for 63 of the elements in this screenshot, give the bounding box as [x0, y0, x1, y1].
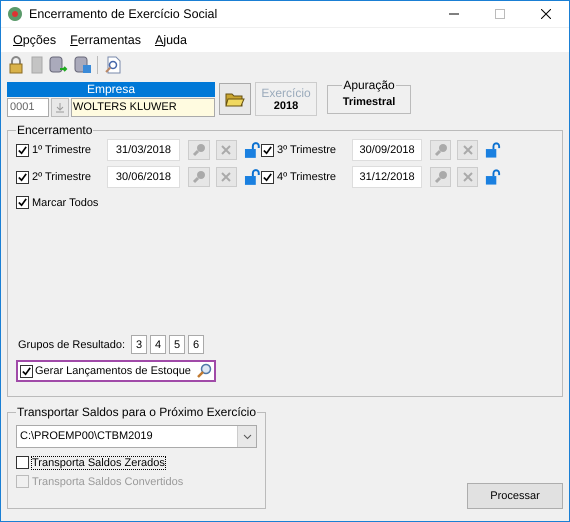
- company-code-field[interactable]: 0001: [7, 98, 49, 117]
- window-title: Encerramento de Exercício Social: [29, 7, 218, 21]
- checkbox-label: Marcar Todos: [32, 196, 98, 208]
- cross-icon: [462, 144, 474, 156]
- date-field[interactable]: 30/09/2018: [352, 139, 422, 161]
- quarter-label: 3º Trimestre: [277, 144, 338, 156]
- company-name-field[interactable]: WOLTERS KLUWER: [71, 98, 215, 117]
- date-field[interactable]: 30/06/2018: [107, 166, 180, 188]
- quarter-label: 1º Trimestre: [32, 144, 92, 156]
- download-button[interactable]: [51, 98, 69, 117]
- process-button[interactable]: Processar: [467, 483, 563, 509]
- key-icon: [192, 170, 206, 184]
- download-icon: [55, 102, 65, 112]
- unlock-icon[interactable]: [484, 141, 501, 159]
- group-title: Encerramento: [16, 123, 94, 137]
- key-icon: [192, 143, 206, 157]
- cross-icon: [220, 171, 232, 183]
- menu-item[interactable]: Ferramentas: [70, 33, 141, 47]
- date-field[interactable]: 31/03/2018: [107, 139, 180, 161]
- cross-icon: [220, 144, 232, 156]
- menu-item[interactable]: Ajuda: [154, 33, 187, 47]
- unlock-icon[interactable]: [484, 168, 501, 186]
- folder-icon: [225, 91, 245, 107]
- quarter-label: 2º Trimestre: [32, 171, 92, 183]
- checkbox[interactable]: [16, 144, 29, 156]
- chevron-down-icon: [242, 434, 252, 440]
- checkbox[interactable]: [16, 196, 29, 209]
- exercise-year: 2018: [274, 100, 298, 112]
- checkbox[interactable]: [261, 144, 274, 156]
- app-icon: [7, 6, 23, 22]
- company-header: Empresa: [7, 82, 215, 97]
- checkbox[interactable]: [16, 170, 29, 184]
- groups-label: Grupos de Resultado:: [18, 338, 126, 350]
- database-arrow-icon[interactable]: [49, 56, 69, 74]
- checkbox[interactable]: [261, 170, 274, 184]
- database-save-icon[interactable]: [74, 56, 92, 74]
- key-icon: [434, 170, 448, 184]
- group-number: 6: [188, 335, 204, 354]
- group-title: Transportar Saldos para o Próximo Exercício: [16, 405, 257, 419]
- cross-icon: [462, 171, 474, 183]
- open-folder-button[interactable]: [219, 83, 251, 115]
- checkbox-label: Transporta Saldos Zerados: [32, 456, 165, 468]
- checkbox-label: Gerar Lançamentos de Estoque: [35, 365, 192, 377]
- key-icon: [434, 143, 448, 157]
- search-document-icon[interactable]: [103, 56, 121, 74]
- path-dropdown[interactable]: C:\PROEMP00\CTBM2019: [16, 425, 257, 448]
- group-number: 4: [150, 335, 166, 354]
- unlock-icon[interactable]: [243, 141, 261, 159]
- unlock-icon[interactable]: [243, 168, 261, 186]
- menu-item[interactable]: Opções: [13, 33, 56, 47]
- group-number: 5: [169, 335, 186, 354]
- checkbox-label: Transporta Saldos Convertidos: [32, 476, 184, 488]
- quarter-label: 4º Trimestre: [277, 171, 338, 183]
- close-icon[interactable]: [541, 9, 551, 19]
- date-field[interactable]: 31/12/2018: [352, 166, 422, 188]
- period-value: Trimestral: [342, 96, 396, 108]
- period-label: Apuração: [342, 78, 396, 92]
- lock-icon[interactable]: [7, 56, 25, 74]
- group-number: 3: [131, 335, 148, 354]
- checkbox[interactable]: [16, 456, 29, 469]
- search-icon[interactable]: [196, 363, 212, 379]
- checkbox[interactable]: [20, 364, 33, 378]
- exercise-label: Exercício: [261, 86, 311, 100]
